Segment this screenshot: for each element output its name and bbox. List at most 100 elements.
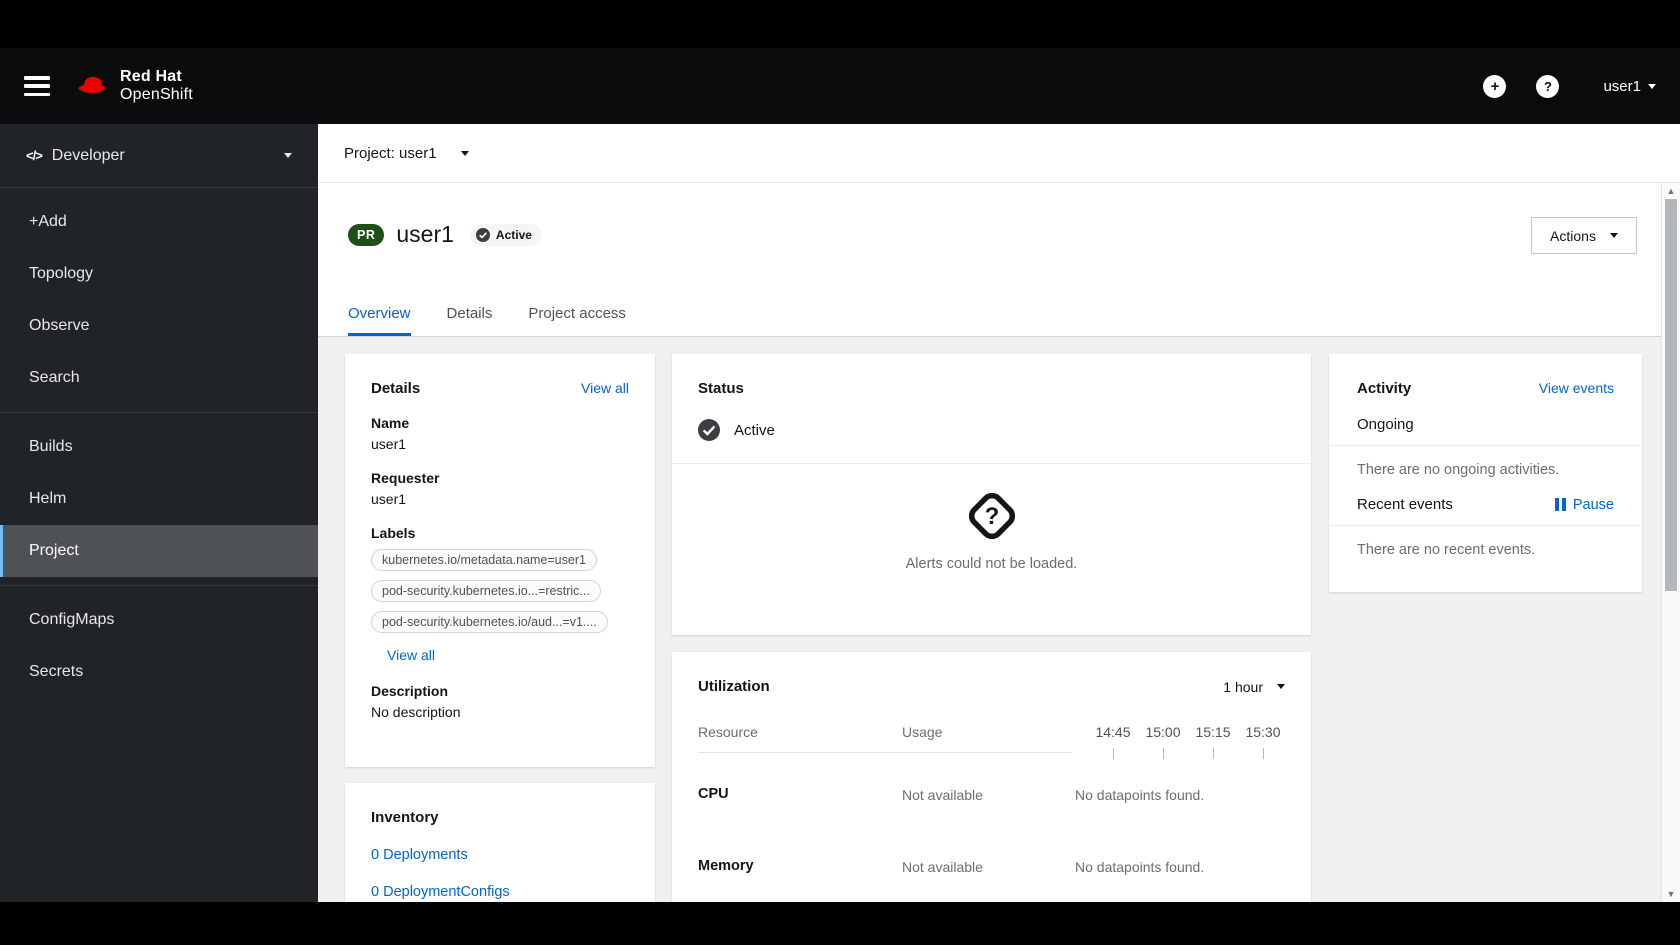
sidebar-item-label: Helm [29,490,67,507]
sidebar-item-helm[interactable]: Helm [0,473,318,525]
scrollbar-up-arrow[interactable]: ▲ [1662,186,1680,196]
user-menu-dropdown[interactable]: user1 [1603,78,1656,95]
tab-overview[interactable]: Overview [348,305,411,336]
requester-label: Requester [371,470,440,486]
duration-dropdown[interactable]: 1 hour [1223,679,1285,695]
sidebar-item-observe[interactable]: Observe [0,300,318,352]
details-view-all-link[interactable]: View all [581,380,629,396]
masthead: Red Hat OpenShift + ? user1 [0,48,1680,124]
sidebar-item-label: Topology [29,265,94,282]
labels-label: Labels [371,525,416,541]
actions-button-label: Actions [1550,227,1596,244]
duration-value: 1 hour [1223,678,1263,695]
activity-card-title: Activity [1357,380,1412,397]
inventory-card: Inventory 0 Deployments 0 DeploymentConf… [345,783,655,902]
plus-glyph: + [1490,77,1500,95]
tab-project-access[interactable]: Project access [528,305,626,336]
status-badge: Active [469,223,542,246]
brand-line1: Red Hat [120,68,182,85]
resource-usage: Not available [902,859,983,875]
details-card: Details View all Name user1 Requester us… [345,354,655,767]
activity-card: Activity View events Ongoing There are n… [1329,354,1642,592]
name-value: user1 [371,436,407,452]
sidebar-item-label: Observe [29,317,90,334]
labels-view-all-link[interactable]: View all [387,647,435,663]
brand-line2: OpenShift [120,86,193,103]
status-card-title: Status [698,380,744,397]
scrollbar-down-arrow[interactable]: ▼ [1662,889,1680,899]
label-chip: pod-security.kubernetes.io...=restric... [371,580,601,602]
axis-tick [1213,748,1214,759]
user-menu-label: user1 [1603,77,1641,95]
resource-datapoints-message: No datapoints found. [1075,859,1205,875]
svg-text:?: ? [984,503,999,530]
help-question-icon[interactable]: ? [1536,74,1560,98]
tab-details[interactable]: Details [447,305,493,336]
project-selector-dropdown[interactable]: Project: user1 [344,145,469,162]
sidebar: </> Developer +Add Topology Observe Sear… [0,124,318,902]
scrollbar-thumb[interactable] [1665,199,1677,591]
chevron-down-icon [460,150,469,156]
project-title-row: PR user1 Active [348,221,542,248]
inventory-deploymentconfigs-link[interactable]: 0 DeploymentConfigs [371,884,629,900]
sidebar-item-configmaps[interactable]: ConfigMaps [0,594,318,646]
resource-datapoints-message: No datapoints found. [1075,787,1205,803]
ongoing-empty-message: There are no ongoing activities. [1357,462,1560,478]
brand-wordmark: Red Hat OpenShift [120,68,193,104]
inventory-card-title: Inventory [371,809,439,826]
project-toolbar: Project: user1 [318,124,1680,183]
resource-name: CPU [698,786,729,802]
view-events-link[interactable]: View events [1539,380,1614,396]
vertical-scrollbar: ▲ ▼ [1661,183,1680,902]
alerts-error-message: Alerts could not be loaded. [905,556,1078,572]
sidebar-item-add[interactable]: +Add [0,196,318,248]
developer-code-icon: </> [26,148,43,163]
pause-button-label: Pause [1572,496,1614,513]
sidebar-item-topology[interactable]: Topology [0,248,318,300]
chevron-down-icon [1277,684,1285,689]
requester-value: user1 [371,491,407,507]
sidebar-item-label: +Add [29,213,67,230]
sidebar-item-builds[interactable]: Builds [0,421,318,473]
actions-button[interactable]: Actions [1531,217,1637,254]
name-label: Name [371,415,410,431]
recent-events-empty-message: There are no recent events. [1357,542,1536,558]
label-chip: pod-security.kubernetes.io/aud...=v1.... [371,611,608,633]
pause-icon [1554,498,1566,511]
perspective-switcher[interactable]: </> Developer [0,124,318,188]
nav-toggle-hamburger-icon[interactable] [24,76,50,96]
axis-tick [1113,748,1114,759]
divider [1329,445,1642,446]
quick-create-plus-icon[interactable]: + [1483,74,1507,98]
sidebar-item-search[interactable]: Search [0,352,318,404]
axis-tick [1163,748,1164,759]
project-heading: PR user1 Active Actions Overview Details… [318,183,1680,337]
sidebar-item-project[interactable]: Project [0,525,318,577]
nav-group-main: +Add Topology Observe Search [0,188,318,412]
screen: Red Hat OpenShift + ? user1 </> Develope… [0,0,1680,945]
usage-column-header: Usage [902,724,943,740]
check-circle-icon [475,227,490,242]
nav-group-config: ConfigMaps Secrets [0,585,318,706]
pause-events-button[interactable]: Pause [1554,496,1614,513]
sidebar-item-label: Search [29,369,80,386]
page-title: user1 [396,221,454,247]
sidebar-item-label: Project [29,542,79,559]
inventory-deployments-link[interactable]: 0 Deployments [371,847,629,863]
details-card-title: Details [371,380,421,397]
chevron-down-icon [1648,83,1656,89]
project-status-row: Active [698,419,1285,441]
main-content: Project: user1 PR user1 Active Actions O… [318,124,1680,902]
sidebar-item-secrets[interactable]: Secrets [0,646,318,698]
check-circle-icon [698,419,720,441]
divider [1329,525,1642,526]
time-axis-label: 15:30 [1245,724,1281,740]
sidebar-item-label: ConfigMaps [29,611,115,628]
description-value: No description [371,704,461,720]
unknown-status-icon: ? [968,492,1015,540]
labels-list: kubernetes.io/metadata.name=user1 pod-se… [371,549,629,633]
status-card: Status Active ? Alerts could not be load… [672,354,1311,635]
brand-logo[interactable]: Red Hat OpenShift [76,68,193,104]
utilization-card: Utilization 1 hour Resource Usage 14:45 … [672,652,1311,902]
description-label: Description [371,683,449,699]
